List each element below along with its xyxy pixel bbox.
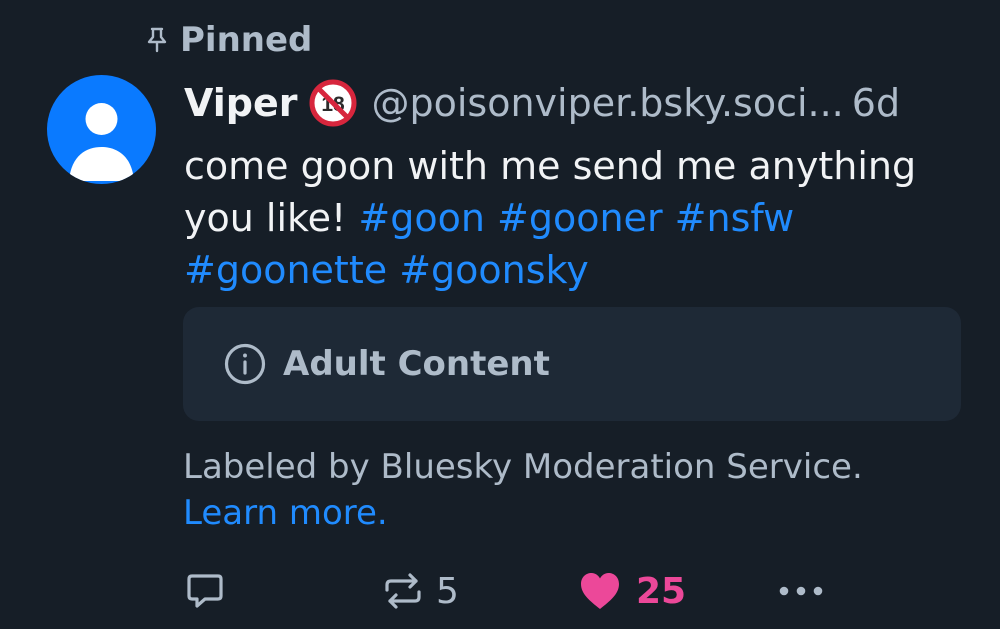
post-text: come goon with me send me anything you l… (184, 140, 944, 296)
hashtag-link[interactable]: #goonette (184, 248, 387, 292)
pin-icon (146, 27, 168, 53)
hashtag-link[interactable]: #goon (358, 196, 485, 240)
more-horizontal-icon (778, 585, 824, 597)
hashtag-link[interactable]: #gooner (497, 196, 663, 240)
author-handle[interactable]: @poisonviper.bsky.soci... (371, 78, 843, 128)
learn-more-link[interactable]: Learn more. (183, 493, 388, 533)
repost-icon (382, 570, 424, 612)
content-warning-label: Adult Content (283, 344, 550, 384)
pinned-label: Pinned (180, 20, 313, 60)
repost-count: 5 (436, 570, 459, 612)
repost-button[interactable]: 5 (382, 566, 459, 616)
post-header: Viper 18 @poisonviper.bsky.soci... 6d (184, 78, 900, 128)
like-button[interactable]: 25 (578, 566, 686, 616)
post-timestamp[interactable]: 6d (852, 78, 900, 128)
pinned-indicator: Pinned (146, 20, 312, 60)
like-count: 25 (636, 570, 687, 612)
reply-icon (184, 570, 226, 612)
no-under-18-icon: 18 (309, 79, 357, 127)
info-circle-icon (223, 342, 267, 386)
moderation-note: Labeled by Bluesky Moderation Service. Le… (183, 444, 963, 536)
post-actions: 5 25 (0, 566, 1000, 616)
more-options-button[interactable] (778, 566, 824, 616)
default-user-avatar (69, 103, 134, 181)
author-display-name[interactable]: Viper (184, 78, 297, 128)
hashtag-link[interactable]: #nsfw (675, 196, 795, 240)
post-card[interactable]: Pinned Viper 18 @poisonviper.bsky.soci..… (0, 0, 1000, 629)
content-warning-button[interactable]: Adult Content (183, 307, 961, 421)
moderation-note-text: Labeled by Bluesky Moderation Service. (183, 447, 863, 487)
heart-filled-icon (578, 570, 622, 612)
hashtag-link[interactable]: #goonsky (399, 248, 588, 292)
reply-button[interactable] (184, 566, 226, 616)
author-avatar[interactable] (47, 75, 156, 184)
